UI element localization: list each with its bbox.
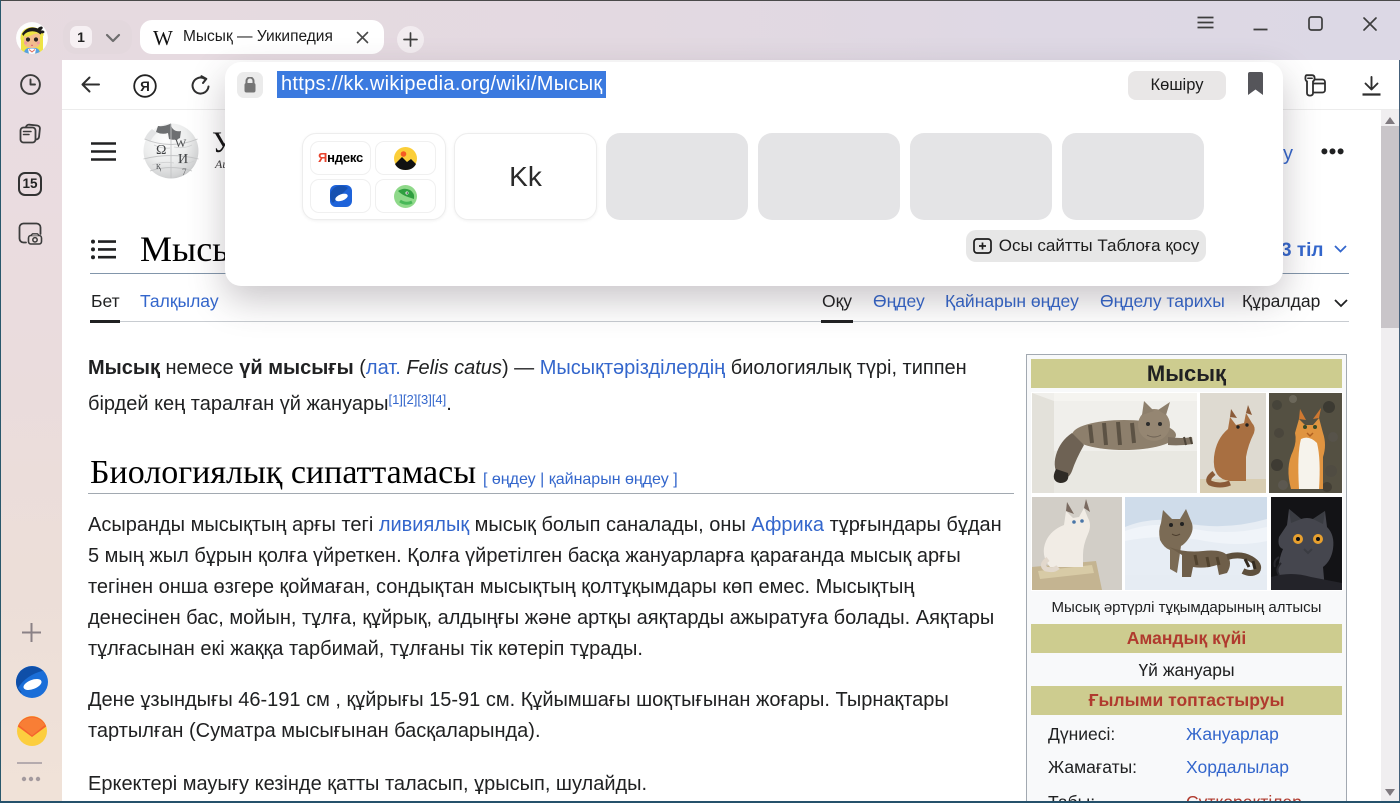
svg-text:қ: қ (156, 161, 161, 172)
svg-text:И: И (178, 152, 188, 167)
svg-text:W: W (175, 136, 187, 150)
svg-text:7: 7 (182, 167, 187, 177)
svg-text:Ω: Ω (156, 143, 166, 158)
